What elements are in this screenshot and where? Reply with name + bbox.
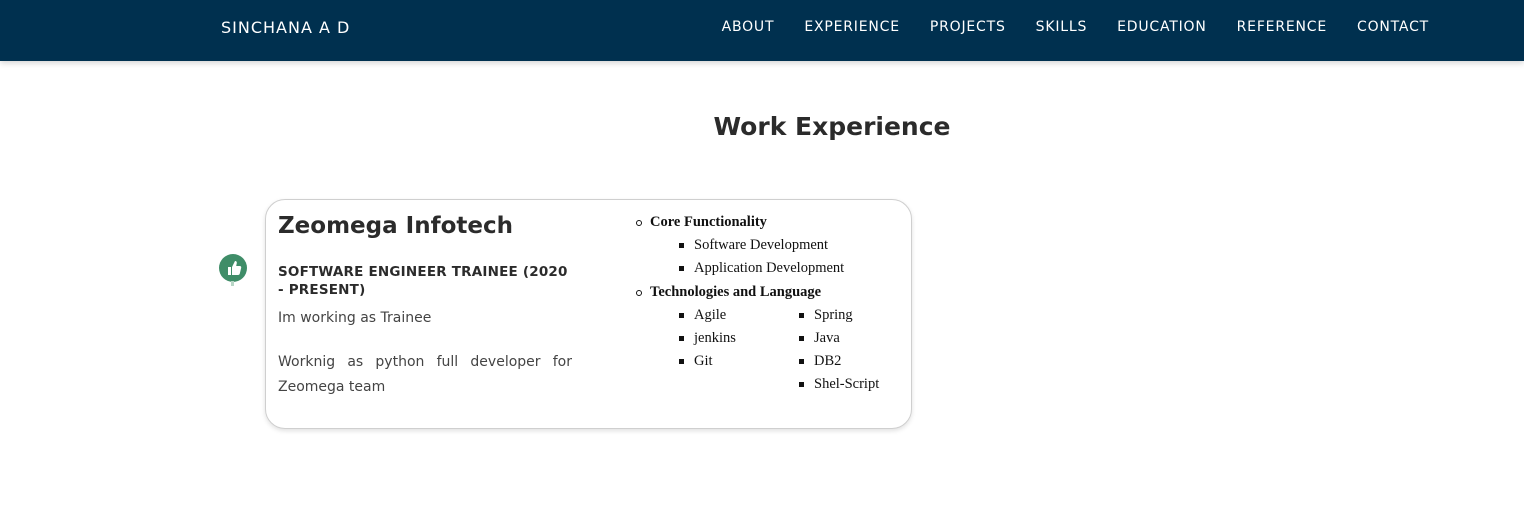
brand-name-link[interactable]: SINCHANA A D [221, 18, 350, 37]
tech-item: Git [679, 353, 713, 369]
top-navbar: SINCHANA A D ABOUT EXPERIENCE PROJECTS S… [0, 0, 1524, 61]
job-description: Worknig as python full developer for Zeo… [278, 354, 572, 395]
tech-item: Java [799, 330, 840, 346]
core-item: Application Development [678, 260, 845, 276]
experience-card: Zeomega Infotech SOFTWARE ENGINEER TRAIN… [265, 199, 912, 429]
core-functionality-heading: Core Functionality [636, 214, 767, 230]
nav-link-skills[interactable]: SKILLS [1036, 19, 1087, 35]
tech-item: jenkins [679, 330, 736, 346]
tech-item: Spring [799, 307, 853, 323]
tech-item: DB2 [798, 353, 842, 369]
nav-links: ABOUT EXPERIENCE PROJECTS SKILLS EDUCATI… [722, 19, 1429, 35]
nav-link-education[interactable]: EDUCATION [1117, 19, 1207, 35]
technologies-heading: Technologies and Language [635, 284, 822, 300]
company-name: Zeomega Infotech [278, 213, 513, 239]
nav-link-experience[interactable]: EXPERIENCE [804, 19, 900, 35]
core-item: Software Development [678, 237, 829, 253]
nav-link-reference[interactable]: REFERENCE [1237, 19, 1327, 35]
section-title: Work Experience [713, 112, 951, 141]
nav-link-about[interactable]: ABOUT [722, 19, 775, 35]
thumbs-up-icon [219, 254, 247, 282]
nav-link-contact[interactable]: CONTACT [1357, 19, 1429, 35]
job-role: SOFTWARE ENGINEER TRAINEE (2020 - PRESEN… [278, 264, 568, 298]
job-summary: Im working as Trainee [278, 310, 432, 326]
timeline-connector [231, 281, 234, 286]
tech-item: Shel-Script [798, 376, 880, 392]
tech-item: Agile [678, 307, 727, 323]
nav-link-projects[interactable]: PROJECTS [930, 19, 1006, 35]
